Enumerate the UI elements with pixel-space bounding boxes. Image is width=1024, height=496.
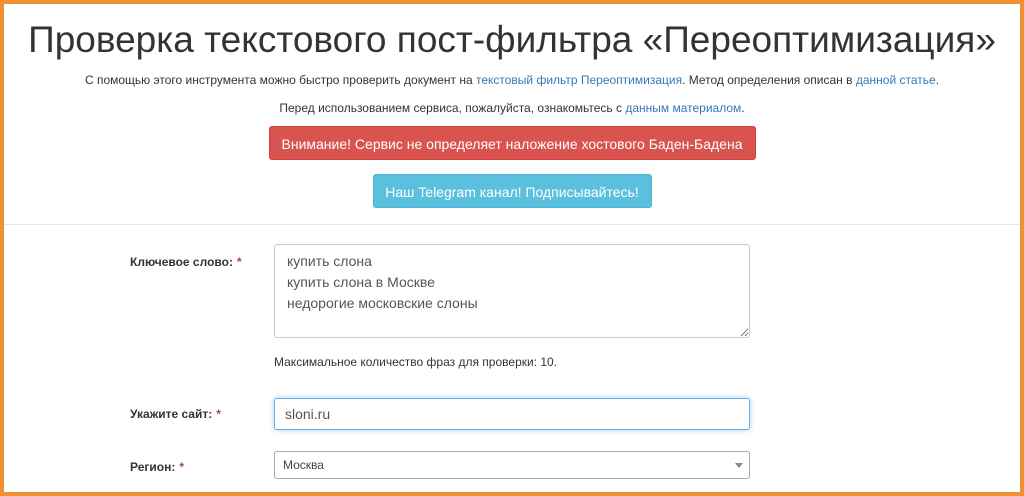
region-select[interactable]: Москва <box>274 451 750 479</box>
chevron-down-icon <box>735 463 743 468</box>
required-mark: * <box>216 407 221 421</box>
region-label: Регион: * <box>130 460 184 474</box>
telegram-button[interactable]: Наш Telegram канал! Подписывайтесь! <box>372 174 652 208</box>
hero-section: Проверка текстового пост-фильтра «Переоп… <box>4 4 1020 208</box>
intro-suffix: . <box>935 73 940 87</box>
keyword-label: Ключевое слово: * <box>130 255 242 269</box>
keyword-label-text: Ключевое слово: <box>130 255 233 269</box>
note-suffix: . <box>741 101 745 115</box>
region-label-text: Регион: <box>130 460 176 474</box>
intro-text: С помощью этого инструмента можно быстро… <box>4 72 1020 88</box>
material-link[interactable]: данным материалом <box>625 101 741 115</box>
region-selected-value: Москва <box>283 458 324 472</box>
site-label: Укажите сайт: * <box>130 407 221 421</box>
section-divider <box>4 224 1020 225</box>
intro-middle: . Метод определения описан в <box>682 73 856 87</box>
article-link[interactable]: данной статье <box>856 73 936 87</box>
site-input[interactable] <box>274 398 750 430</box>
note-text: Перед использованием сервиса, пожалуйста… <box>4 100 1020 116</box>
page-title: Проверка текстового пост-фильтра «Переоп… <box>28 19 996 60</box>
page-frame: Проверка текстового пост-фильтра «Переоп… <box>4 4 1020 492</box>
keyword-hint: Максимальное количество фраз для проверк… <box>274 355 558 369</box>
warning-button[interactable]: Внимание! Сервис не определяет наложение… <box>268 126 756 160</box>
required-mark: * <box>236 255 242 269</box>
site-label-text: Укажите сайт: <box>130 407 213 421</box>
intro-prefix: С помощью этого инструмента можно быстро… <box>84 73 476 87</box>
keyword-textarea[interactable]: купить слона купить слона в Москве недор… <box>274 244 750 338</box>
filter-link[interactable]: текстовый фильтр Переоптимизация <box>476 73 682 87</box>
required-mark: * <box>179 460 184 474</box>
note-prefix: Перед использованием сервиса, пожалуйста… <box>279 101 626 115</box>
